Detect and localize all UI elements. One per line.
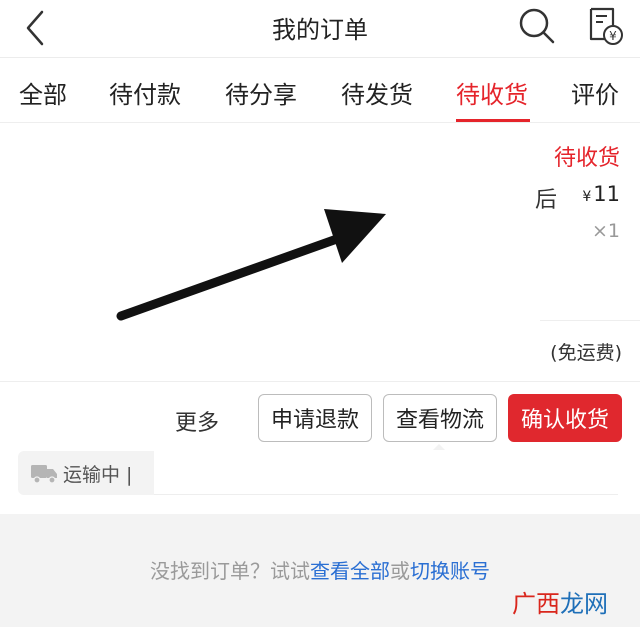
confirm-receipt-button[interactable]: 确认收货 bbox=[508, 394, 622, 442]
no-order-hint: 没找到订单？试试查看全部或切换账号 bbox=[0, 555, 640, 584]
search-icon bbox=[519, 8, 555, 44]
price-currency: ¥ bbox=[582, 189, 592, 205]
tab-pending-payment[interactable]: 待付款 bbox=[109, 75, 181, 110]
bill-yuan-icon: ¥ bbox=[589, 7, 623, 45]
view-logistics-button[interactable]: 查看物流 bbox=[383, 394, 497, 442]
tab-pending-shipment[interactable]: 待发货 bbox=[341, 75, 413, 110]
product-quantity: ×1 bbox=[591, 220, 620, 242]
active-tab-indicator bbox=[456, 119, 530, 122]
hint-or: 或 bbox=[390, 559, 410, 583]
price-value: 11 bbox=[593, 182, 620, 206]
search-button[interactable] bbox=[516, 5, 556, 45]
tab-all[interactable]: 全部 bbox=[19, 75, 67, 110]
order-status-tabs: 全部 待付款 待分享 待发货 待收货 评价 bbox=[0, 59, 640, 123]
request-refund-button[interactable]: 申请退款 bbox=[258, 394, 372, 442]
truck-icon bbox=[31, 465, 57, 484]
tooltip-pointer bbox=[433, 444, 445, 450]
switch-account-link[interactable]: 切换账号 bbox=[410, 559, 490, 583]
divider bbox=[0, 381, 640, 382]
hint-text: 没找到订单？试试 bbox=[150, 559, 310, 583]
tab-pending-share[interactable]: 待分享 bbox=[225, 75, 297, 110]
footer-area: 没找到订单？试试查看全部或切换账号 广西龙网 bbox=[0, 514, 640, 627]
bill-yuan-symbol: ¥ bbox=[609, 29, 617, 43]
tab-pending-receipt[interactable]: 待收货 bbox=[456, 75, 528, 110]
tracking-bar[interactable]: 运输中 | bbox=[18, 451, 618, 495]
tracking-detail-area bbox=[154, 451, 618, 495]
product-name[interactable]: 后 bbox=[535, 182, 557, 214]
header-bar: 我的订单 ¥ bbox=[0, 0, 640, 58]
tracking-status: 运输中 | bbox=[63, 464, 133, 486]
watermark-part2: 龙网 bbox=[560, 590, 608, 618]
bill-button[interactable]: ¥ bbox=[585, 5, 625, 47]
watermark: 广西龙网 bbox=[512, 584, 608, 619]
more-button[interactable]: 更多 bbox=[175, 405, 219, 437]
divider bbox=[540, 320, 640, 321]
tab-review[interactable]: 评价 bbox=[571, 75, 619, 110]
view-all-link[interactable]: 查看全部 bbox=[310, 559, 390, 583]
order-status: 待收货 bbox=[553, 146, 620, 171]
watermark-part1: 广西 bbox=[512, 590, 560, 618]
shipping-note: (免运费) bbox=[550, 342, 622, 364]
product-price: ¥11 bbox=[582, 182, 620, 206]
